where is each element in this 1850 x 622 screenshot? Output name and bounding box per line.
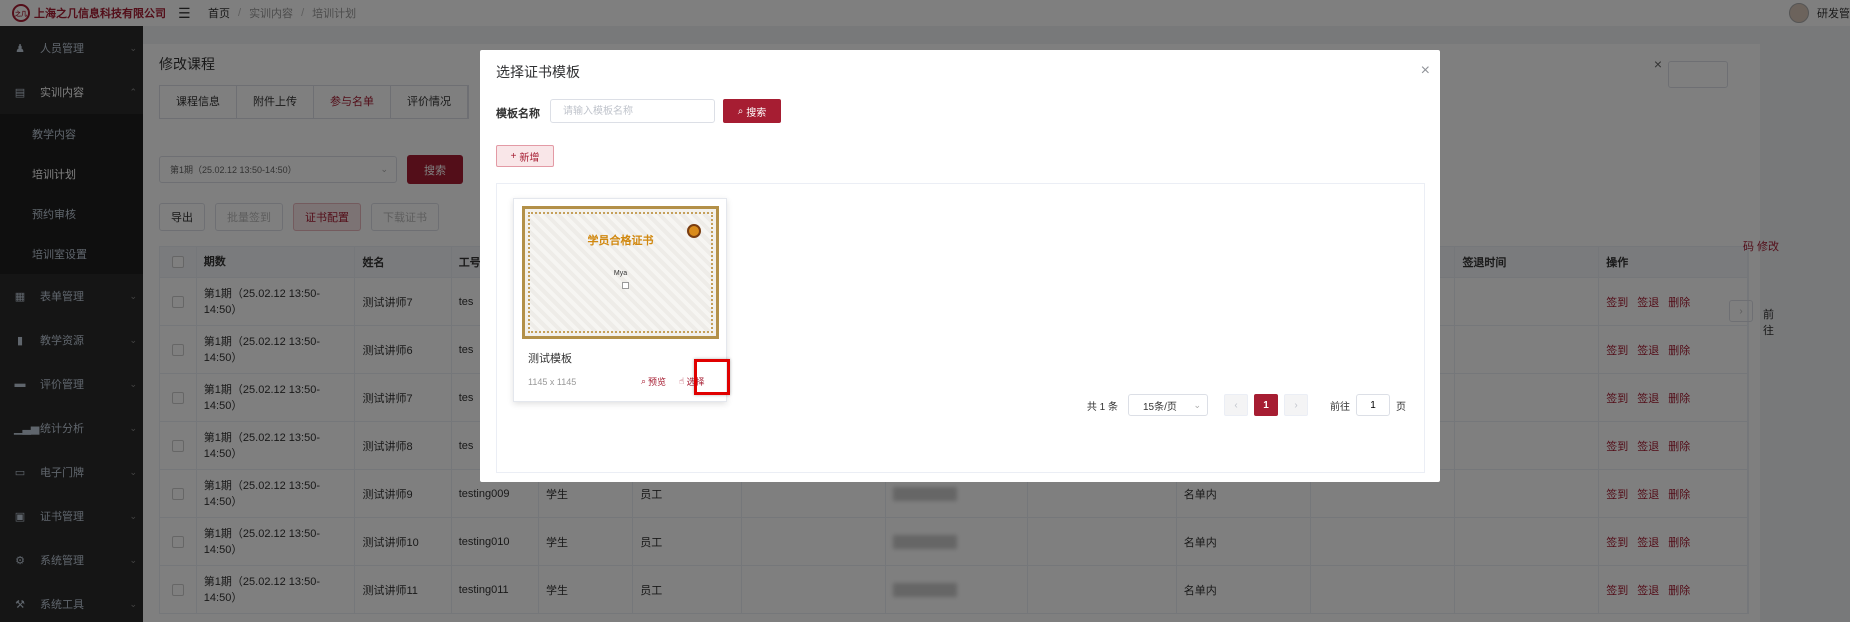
search-button[interactable]: ⌕ 搜索 [723,99,781,123]
page-jump-input[interactable] [1356,394,1390,416]
add-button[interactable]: + 新增 [496,145,554,167]
preview-link[interactable]: ⌕ 预览 [641,375,666,388]
dialog-title: 选择证书模板 [496,64,580,80]
page-number-current[interactable]: 1 [1254,394,1278,416]
page-size-value: 15条/页 [1143,401,1177,413]
certificate-border: 学员合格证书 Mya [528,212,713,333]
pagination: 共 1 条 15条/页 ⌄ ‹ 1 › 前往 页 [1087,394,1406,416]
certificate-title: 学员合格证书 [587,235,654,247]
search-icon: ⌕ [641,376,647,386]
next-page-button[interactable]: › [1284,394,1308,416]
template-list: 学员合格证书 Mya 测试模板 1145 x 1145 ⌕ 预览 ☝ 选择 共 … [496,183,1425,473]
chevron-down-icon: ⌄ [1193,399,1201,410]
certificate-thumbnail: 学员合格证书 Mya [522,206,719,339]
select-highlight-box [694,359,730,395]
pointer-icon: ☝ [679,376,685,386]
add-button-label: 新增 [519,152,540,164]
template-name-input[interactable] [550,99,715,123]
certificate-name: Mya [613,270,628,277]
pagination-total: 共 1 条 [1086,401,1118,413]
preview-label: 预览 [648,377,667,387]
search-button-label: 搜索 [746,107,767,119]
prev-page-button[interactable]: ‹ [1224,394,1248,416]
template-name: 测试模板 [528,353,572,365]
page-size-select[interactable]: 15条/页 ⌄ [1128,394,1208,416]
template-name-label: 模板名称 [496,108,540,120]
search-icon: ⌕ [737,105,744,117]
page-unit-label: 页 [1396,401,1406,413]
plus-icon: + [510,150,517,162]
select-cert-template-dialog: 选择证书模板 × 模板名称 ⌕ 搜索 + 新增 学员合格证书 Mya 测试模板 … [480,50,1440,482]
certificate-field-marker [622,282,629,289]
template-size: 1145 x 1145 [528,377,577,387]
close-icon[interactable]: × [1421,62,1430,80]
goto-label: 前往 [1330,401,1350,413]
